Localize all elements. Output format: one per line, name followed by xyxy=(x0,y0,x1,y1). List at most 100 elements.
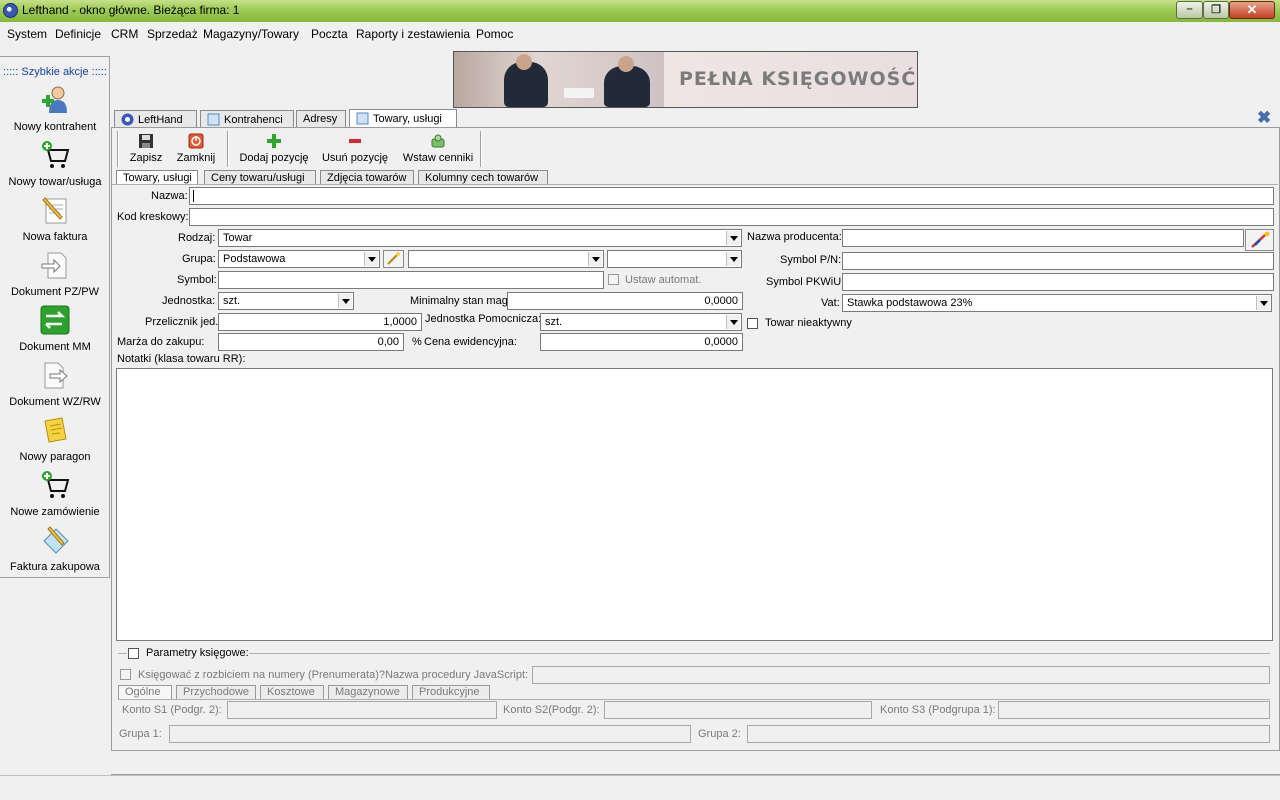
window-title: Lefthand - okno główne. Bieżąca firma: 1 xyxy=(22,3,240,17)
pn-label: Symbol P/N: xyxy=(780,254,842,266)
sidebar-item-wz-rw[interactable]: Dokument WZ/RW xyxy=(0,360,110,415)
subtab-products[interactable]: Towary, usługi xyxy=(116,170,198,185)
save-button[interactable]: Zapisz xyxy=(124,131,168,169)
s3-input[interactable] xyxy=(998,701,1270,719)
invoice-pencil-icon xyxy=(42,197,67,224)
purchase-invoice-icon xyxy=(43,526,69,554)
menu-bar: System Definicje CRM Sprzedaż Magazyny/T… xyxy=(0,22,1280,44)
producer-picker-button[interactable] xyxy=(1245,229,1274,251)
maximize-button[interactable]: ❐ xyxy=(1203,1,1229,19)
acc-tab-general[interactable]: Ogólne xyxy=(118,685,172,699)
sidebar-item-label: Nowy towar/usługa xyxy=(8,176,102,188)
groupbox-border xyxy=(249,653,1270,654)
unit-select[interactable]: szt. xyxy=(218,292,354,310)
js-procedure-input[interactable] xyxy=(532,666,1270,684)
pkwiu-input[interactable] xyxy=(842,273,1274,291)
min-stock-input[interactable]: 0,0000 xyxy=(507,292,743,310)
group1-input[interactable] xyxy=(169,725,691,743)
add-position-button[interactable]: Dodaj pozycję xyxy=(236,131,312,169)
group2-select[interactable] xyxy=(408,250,604,268)
symbol-label: Symbol: xyxy=(177,274,217,286)
sidebar-item-new-contractor[interactable]: Nowy kontrahent xyxy=(0,85,110,140)
close-label: Zamknij xyxy=(176,152,216,164)
group-picker-button[interactable] xyxy=(383,250,404,268)
percent-sign: % xyxy=(412,336,422,348)
insert-pricelists-button[interactable]: Wstaw cenniki xyxy=(398,131,478,169)
sidebar-item-new-order[interactable]: Nowe zamówienie xyxy=(0,470,110,525)
js-procedure-label: Nazwa procedury JavaScript: xyxy=(385,669,529,681)
save-label: Zapisz xyxy=(129,152,163,164)
subtab-photos[interactable]: Zdjęcia towarów xyxy=(320,170,414,185)
chevron-down-icon xyxy=(726,231,740,245)
inactive-checkbox[interactable] xyxy=(747,318,758,329)
close-tab-icon[interactable]: ✖ xyxy=(1257,109,1273,126)
sidebar-item-mm[interactable]: Dokument MM xyxy=(0,305,110,360)
cart-order-icon xyxy=(42,471,70,498)
tab-kontrahenci[interactable]: Kontrahenci xyxy=(200,110,294,127)
menu-crm[interactable]: CRM xyxy=(111,27,138,41)
minimize-button[interactable]: – xyxy=(1176,1,1203,19)
acc-tab-income[interactable]: Przychodowe xyxy=(176,685,256,699)
auto-set-checkbox[interactable] xyxy=(608,274,619,285)
symbol-input[interactable] xyxy=(218,271,604,289)
menu-magazyny[interactable]: Magazyny/Towary xyxy=(203,27,299,41)
chevron-down-icon xyxy=(726,252,740,266)
sidebar-item-label: Nowy paragon xyxy=(19,451,91,463)
lefthand-logo-icon xyxy=(121,113,134,126)
group-label: Grupa: xyxy=(182,253,216,265)
prenumerata-checkbox[interactable] xyxy=(120,669,131,680)
sidebar-item-new-receipt[interactable]: Nowy paragon xyxy=(0,415,110,470)
margin-input[interactable]: 0,00 xyxy=(218,333,404,351)
pn-input[interactable] xyxy=(842,252,1274,270)
acc-tab-cost[interactable]: Kosztowe xyxy=(260,685,324,699)
minus-icon xyxy=(349,139,361,143)
menu-sprzedaz[interactable]: Sprzedaż xyxy=(147,27,198,41)
menu-pomoc[interactable]: Pomoc xyxy=(476,27,513,41)
menu-definicje[interactable]: Definicje xyxy=(55,27,101,41)
tab-adresy[interactable]: Adresy xyxy=(296,110,346,127)
group-select[interactable]: Podstawowa xyxy=(218,250,380,268)
menu-raporty[interactable]: Raporty i zestawienia xyxy=(356,27,470,41)
sidebar-item-new-invoice[interactable]: Nowa faktura xyxy=(0,195,110,250)
subtab-baseline xyxy=(112,184,1278,185)
s2-label: Konto S2(Podgr. 2): xyxy=(503,704,600,716)
sidebar-item-new-product[interactable]: Nowy towar/usługa xyxy=(0,140,110,195)
notes-textarea[interactable] xyxy=(116,368,1273,641)
converter-input[interactable]: 1,0000 xyxy=(218,313,422,331)
name-label: Nazwa: xyxy=(151,190,188,202)
kind-value: Towar xyxy=(223,232,253,244)
acc-tab-production[interactable]: Produkcyjne xyxy=(412,685,490,699)
group2-input[interactable] xyxy=(747,725,1270,743)
subtab-prices[interactable]: Ceny towaru/usługi xyxy=(204,170,316,185)
bottom-strip xyxy=(0,775,1280,800)
transfer-arrows-icon xyxy=(40,305,70,335)
accounting-params-checkbox[interactable] xyxy=(128,648,139,659)
close-button[interactable]: Zamknij xyxy=(174,131,218,169)
add-position-label: Dodaj pozycję xyxy=(239,152,309,164)
s2-input[interactable] xyxy=(604,701,872,719)
acc-tab-warehouse[interactable]: Magazynowe xyxy=(328,685,408,699)
kind-select[interactable]: Towar xyxy=(218,229,742,247)
group1-label: Grupa 1: xyxy=(119,728,162,740)
name-input[interactable] xyxy=(189,187,1274,205)
subtab-feature-columns[interactable]: Kolumny cech towarów xyxy=(418,170,548,185)
tab-lefthand[interactable]: LeftHand xyxy=(114,110,197,127)
sidebar-item-pz-pw[interactable]: Dokument PZ/PW xyxy=(0,250,110,305)
plus-icon xyxy=(267,134,281,148)
s1-input[interactable] xyxy=(227,701,497,719)
vat-select[interactable]: Stawka podstawowa 23% xyxy=(842,294,1272,312)
barcode-input[interactable] xyxy=(189,208,1274,226)
toolbar-separator xyxy=(117,131,119,167)
close-window-button[interactable]: ✕ xyxy=(1229,1,1275,19)
remove-position-button[interactable]: Usuń pozycję xyxy=(318,131,392,169)
menu-system[interactable]: System xyxy=(7,27,47,41)
menu-poczta[interactable]: Poczta xyxy=(311,27,348,41)
producer-input[interactable] xyxy=(842,229,1244,247)
chevron-down-icon xyxy=(364,252,378,266)
aux-unit-select[interactable]: szt. xyxy=(540,313,742,331)
tab-towary-uslugi[interactable]: Towary, usługi xyxy=(349,109,457,127)
document-in-icon xyxy=(41,252,67,279)
record-price-input[interactable]: 0,0000 xyxy=(540,333,743,351)
sidebar-item-purchase-invoice[interactable]: Faktura zakupowa xyxy=(0,525,110,580)
group3-select[interactable] xyxy=(607,250,742,268)
